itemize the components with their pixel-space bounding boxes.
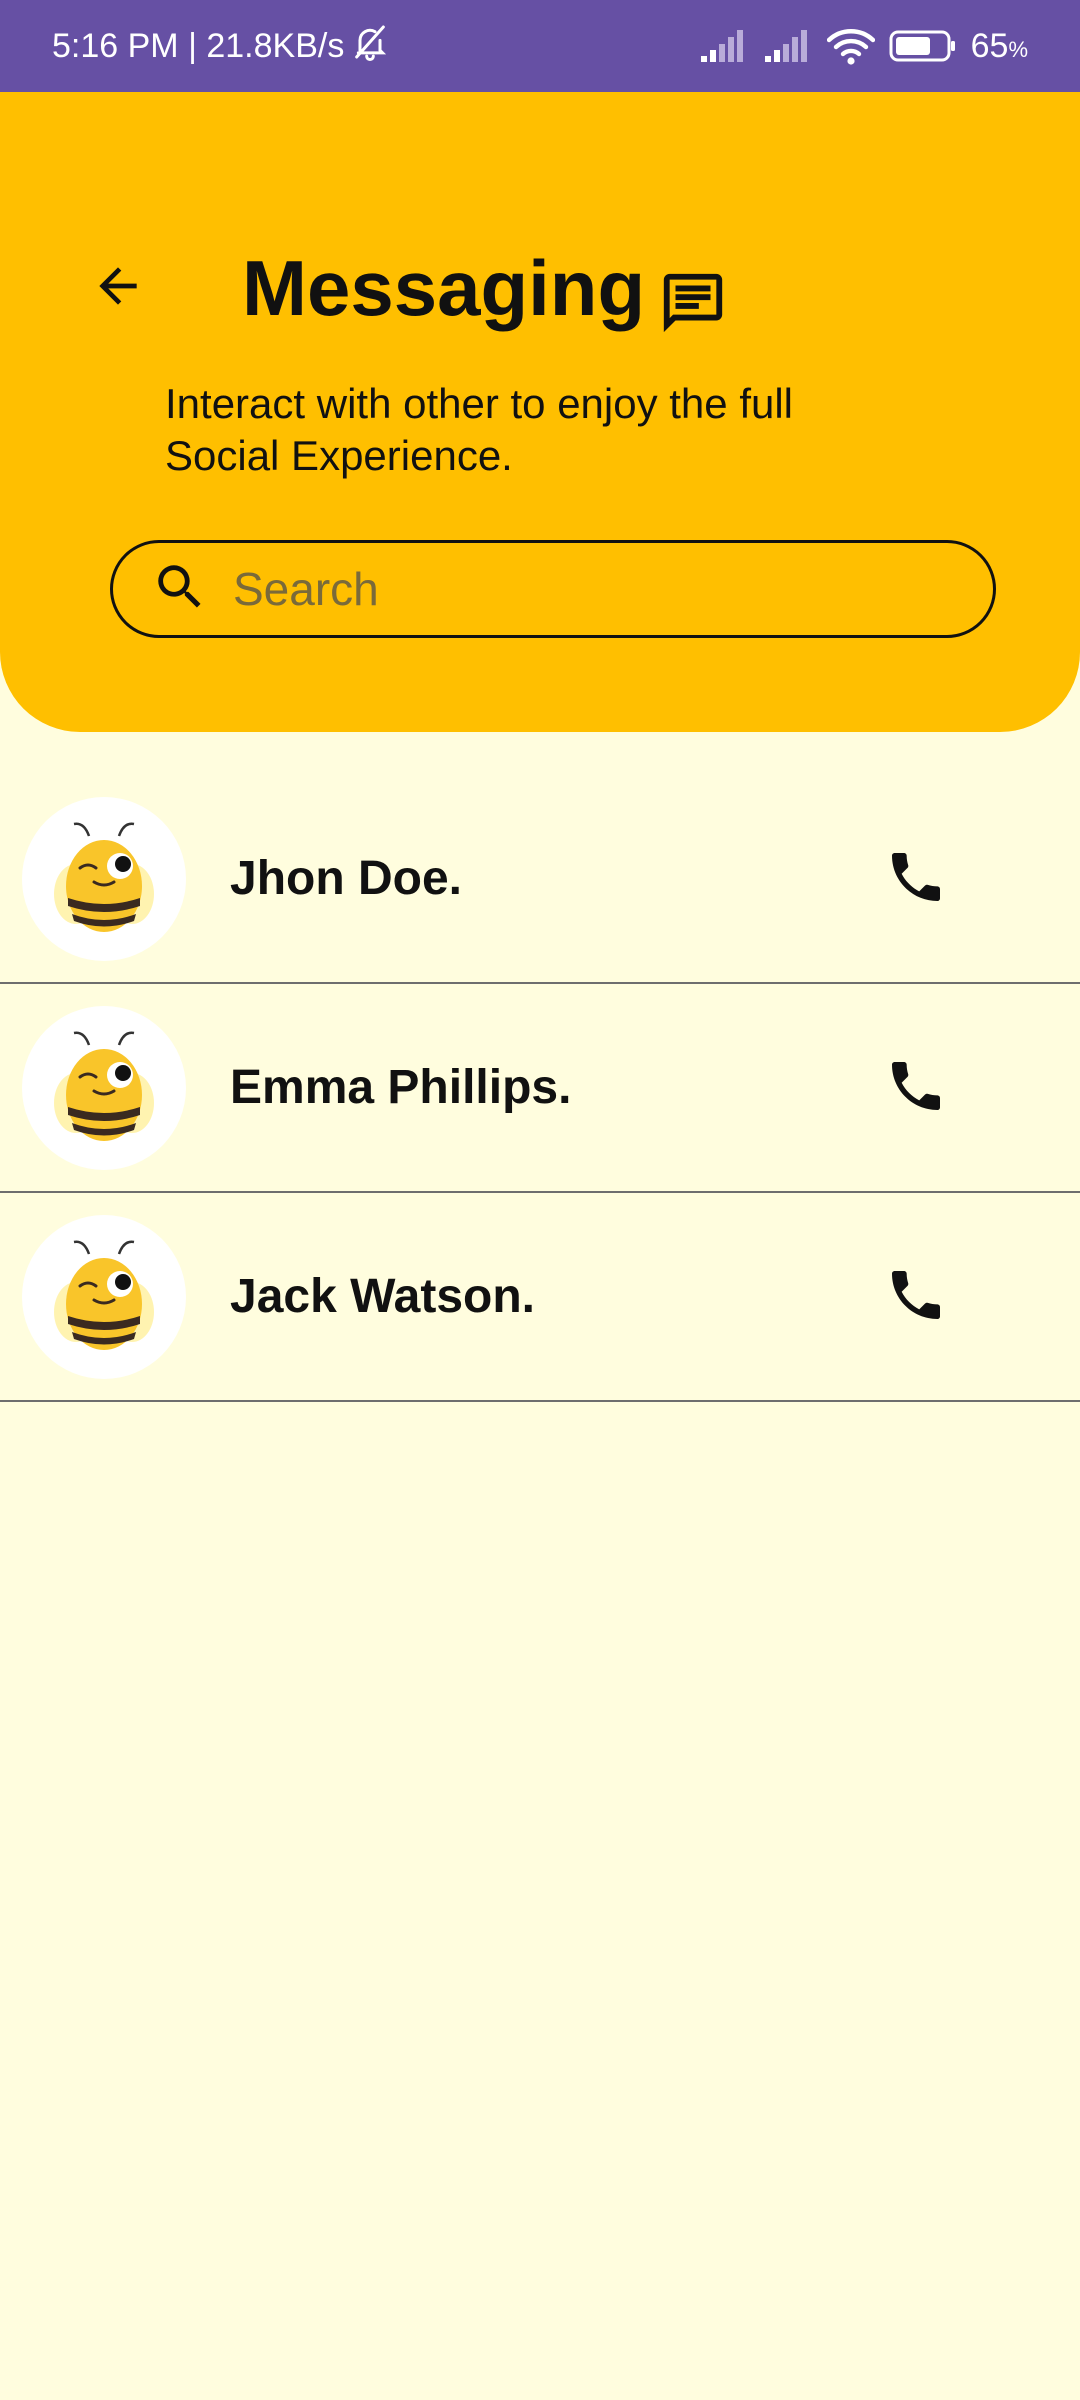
contact-name: Jack Watson. — [230, 1270, 535, 1323]
page-subtitle: Interact with other to enjoy the full So… — [165, 380, 794, 479]
contact-row[interactable]: Jhon Doe. — [0, 775, 1080, 984]
phone-icon — [884, 1054, 948, 1123]
battery-percent: 65% — [970, 26, 1028, 65]
call-button[interactable] — [880, 843, 952, 915]
wifi-icon — [826, 27, 875, 65]
status-left: 5:16 PM | 21.8KB/s — [52, 22, 390, 71]
signal-icon — [763, 28, 813, 64]
contact-row[interactable]: Emma Phillips. — [0, 984, 1080, 1193]
bee-avatar — [22, 1006, 186, 1170]
contact-name: Jhon Doe. — [230, 852, 463, 905]
call-button[interactable] — [880, 1261, 952, 1333]
arrow-left-icon — [90, 258, 146, 319]
signal-icon — [699, 28, 749, 64]
chat-icon — [658, 268, 728, 338]
contact-name: Emma Phillips. — [230, 1061, 572, 1114]
status-right: 65% — [699, 27, 1028, 66]
status-bar: 5:16 PM | 21.8KB/s 65% — [0, 0, 1080, 92]
page-title: Messaging — [242, 244, 646, 332]
search-bar[interactable] — [110, 540, 996, 638]
contact-list: Jhon Doe. Emma Phillips. Jack Watson. — [0, 775, 1080, 1402]
battery-icon — [889, 29, 957, 63]
phone-icon — [884, 845, 948, 914]
status-time-speed: 5:16 PM | 21.8KB/s — [52, 26, 345, 65]
bee-avatar — [22, 1215, 186, 1379]
header-panel: Messaging Interact with other to enjoy t… — [0, 92, 1080, 732]
back-button[interactable] — [82, 252, 154, 324]
bee-avatar — [22, 797, 186, 961]
call-button[interactable] — [880, 1052, 952, 1124]
bell-off-icon — [350, 22, 390, 71]
search-icon — [151, 558, 209, 621]
search-input[interactable] — [231, 561, 935, 617]
contact-row[interactable]: Jack Watson. — [0, 1193, 1080, 1402]
phone-icon — [884, 1263, 948, 1332]
